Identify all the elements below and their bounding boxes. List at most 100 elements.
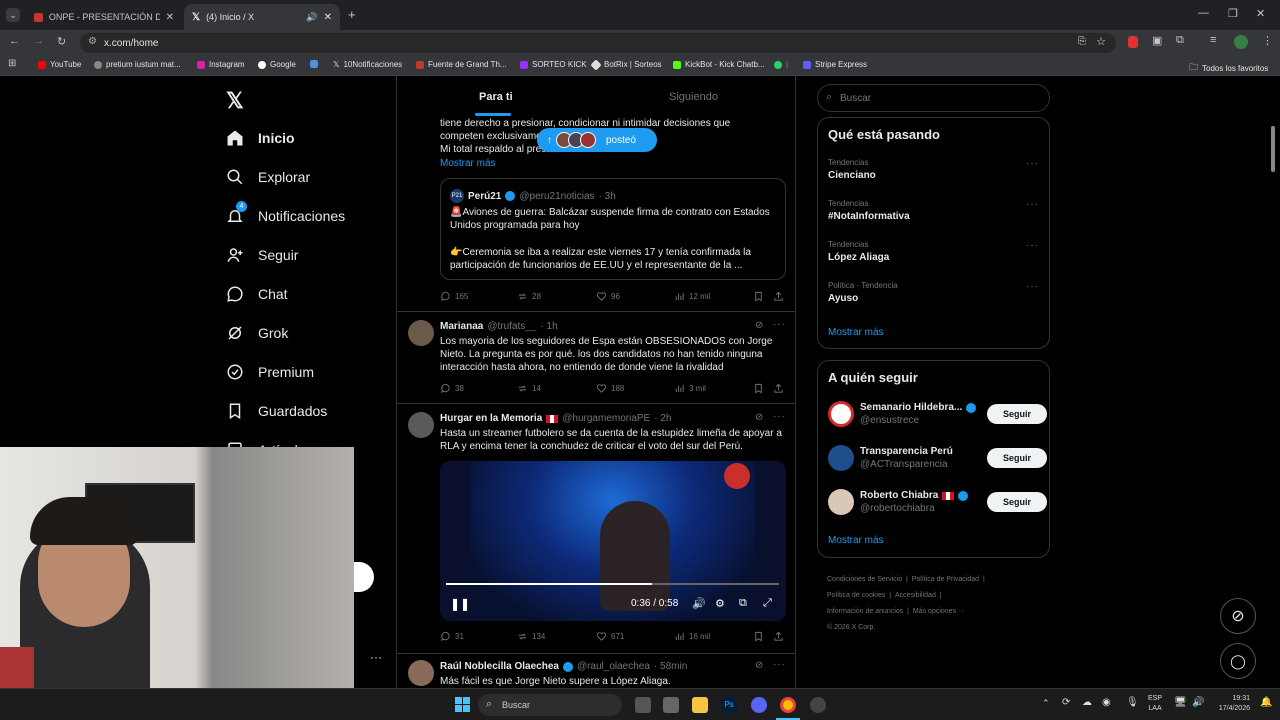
repost-button[interactable]: 28 bbox=[517, 291, 541, 302]
new-posts-pill[interactable]: ↑ posteó bbox=[537, 128, 657, 152]
nav-bookmarks[interactable]: Guardados bbox=[226, 402, 327, 420]
timestamp[interactable]: · 2h bbox=[654, 413, 671, 424]
network-icon[interactable]: 🖥 bbox=[1174, 697, 1187, 708]
video-player[interactable]: ❚❚ 0:36 / 0:58 🔊 ⚙ ⧉ ⤢ bbox=[440, 461, 786, 621]
back-icon[interactable]: ← bbox=[9, 35, 20, 47]
bookmark-kickbot[interactable]: KickBot - Kick Chatb... bbox=[673, 60, 765, 69]
avatar[interactable] bbox=[408, 660, 434, 686]
settings-gear-icon[interactable]: ⚙ bbox=[715, 597, 725, 610]
nav-grok[interactable]: Grok bbox=[226, 324, 288, 342]
footer-link[interactable]: Política de cookies bbox=[827, 592, 885, 599]
tab-following[interactable]: Siguiendo bbox=[669, 91, 718, 103]
browser-tab-onpe[interactable]: ONPE - PRESENTACIÓN DE RES ✕ bbox=[26, 4, 182, 30]
footer-link[interactable]: Condiciones de Servicio bbox=[827, 576, 902, 583]
nav-chat[interactable]: Chat bbox=[226, 285, 288, 303]
site-info-icon[interactable]: ⚙ bbox=[88, 36, 97, 47]
timestamp[interactable]: · 58min bbox=[654, 661, 687, 672]
quote-tweet[interactable]: P21 Perú21 @peru21noticias · 3h 🚨Aviones… bbox=[440, 178, 786, 280]
follow-suggestion[interactable]: Transparencia Perú @ACTransparencia bbox=[860, 446, 953, 470]
bookmark-whatsapp[interactable]: | bbox=[774, 60, 788, 69]
views-button[interactable]: 12 mil bbox=[674, 291, 710, 302]
chrome-icon[interactable] bbox=[780, 697, 796, 713]
avatar[interactable] bbox=[828, 489, 854, 515]
tab-for-you[interactable]: Para ti bbox=[479, 91, 513, 103]
bookmark-pinwheel[interactable] bbox=[310, 60, 318, 68]
app-icon[interactable] bbox=[810, 697, 826, 713]
volume-icon[interactable]: 🔊 bbox=[1192, 697, 1204, 708]
reply-button[interactable]: 38 bbox=[440, 383, 464, 394]
speaker-icon[interactable]: 🔊 bbox=[306, 12, 317, 23]
avatar[interactable] bbox=[408, 412, 434, 438]
author-name[interactable]: Raúl Noblecilla Olaechea bbox=[440, 661, 559, 672]
taskbar-search[interactable]: ⌕ Buscar bbox=[478, 694, 622, 716]
author-handle[interactable]: @trufats__ bbox=[487, 321, 536, 332]
tray-icon[interactable]: ⟳ bbox=[1062, 697, 1070, 708]
fullscreen-icon[interactable]: ⤢ bbox=[763, 597, 772, 610]
scrollbar-thumb[interactable] bbox=[1271, 126, 1275, 172]
discord-icon[interactable] bbox=[751, 697, 767, 713]
bookmark-sorteo-kick[interactable]: SORTEO KICK bbox=[520, 60, 587, 69]
more-icon[interactable]: ··· bbox=[1026, 158, 1039, 169]
chat-fab-icon[interactable]: ◯ bbox=[1220, 643, 1256, 679]
pause-icon[interactable]: ❚❚ bbox=[450, 597, 470, 611]
bookmark-10notificaciones[interactable]: 𝕏 10Notificaciones bbox=[333, 60, 402, 69]
more-icon[interactable]: ··· bbox=[1026, 281, 1039, 292]
follow-show-more-link[interactable]: Mostrar más bbox=[828, 535, 884, 546]
more-icon[interactable]: ··· bbox=[773, 319, 786, 330]
extension-icon[interactable]: ▣ bbox=[1152, 34, 1162, 47]
task-view-icon[interactable] bbox=[635, 697, 651, 713]
trend-item[interactable]: Tendencias López Aliaga bbox=[828, 240, 889, 263]
more-icon[interactable]: ··· bbox=[1026, 199, 1039, 210]
bookmark-botrix[interactable]: BotRix | Sorteos bbox=[590, 58, 662, 71]
trend-item[interactable]: Tendencias #NotaInformativa bbox=[828, 199, 910, 222]
views-button[interactable]: 3 mil bbox=[674, 383, 706, 394]
windows-start-icon[interactable] bbox=[455, 697, 470, 712]
grok-icon[interactable]: ⊘ bbox=[755, 320, 763, 331]
more-icon[interactable]: ··· bbox=[1026, 240, 1039, 251]
reply-button[interactable]: 165 bbox=[440, 291, 468, 302]
extension-icon[interactable] bbox=[1128, 36, 1138, 48]
chevron-up-icon[interactable]: ⌃ bbox=[1042, 698, 1050, 709]
bookmark-button[interactable] bbox=[753, 291, 764, 302]
cloud-icon[interactable]: ☁ bbox=[1082, 697, 1092, 708]
follow-suggestion[interactable]: Roberto Chiabra @robertochiabra bbox=[860, 490, 969, 514]
more-icon[interactable]: ··· bbox=[773, 411, 786, 422]
share-button[interactable] bbox=[773, 631, 784, 642]
tab-search-button[interactable]: ⌄ bbox=[6, 8, 20, 22]
photoshop-icon[interactable]: Ps bbox=[721, 697, 737, 713]
all-bookmarks-folder[interactable]: 🗀 Todos los favoritos bbox=[1189, 60, 1268, 76]
trends-show-more-link[interactable]: Mostrar más bbox=[828, 327, 884, 338]
browser-tab-x[interactable]: 𝕏 (4) Inicio / X 🔊 ✕ bbox=[184, 4, 340, 30]
repost-button[interactable]: 14 bbox=[517, 383, 541, 394]
volume-icon[interactable]: 🔊 bbox=[692, 597, 706, 610]
bookmark-youtube[interactable]: YouTube bbox=[38, 60, 81, 69]
author-name[interactable]: Hurgar en la Memoria bbox=[440, 413, 542, 424]
x-logo-icon[interactable]: 𝕏 bbox=[226, 88, 244, 114]
tweet[interactable]: Marianaa @trufats__ · 1h ⊘ ··· Los mayor… bbox=[397, 311, 795, 403]
bookmark-stripe[interactable]: Stripe Express bbox=[803, 60, 867, 69]
like-button[interactable]: 671 bbox=[596, 631, 624, 642]
close-icon[interactable]: ✕ bbox=[324, 12, 332, 23]
reply-button[interactable]: 31 bbox=[440, 631, 464, 642]
follow-button[interactable]: Seguir bbox=[987, 404, 1047, 424]
trend-item[interactable]: Tendencias Cienciano bbox=[828, 158, 876, 181]
nav-notifications[interactable]: 4 Notificaciones bbox=[226, 201, 345, 225]
tweet[interactable]: Raúl Noblecilla Olaechea @raul_olaechea … bbox=[397, 653, 795, 688]
profile-avatar[interactable] bbox=[1234, 35, 1248, 49]
grok-fab-icon[interactable]: ⊘ bbox=[1220, 598, 1256, 634]
account-more-icon[interactable]: ··· bbox=[370, 650, 382, 664]
nav-explore[interactable]: Explorar bbox=[226, 168, 310, 186]
timestamp[interactable]: · 1h bbox=[540, 321, 557, 332]
follow-button[interactable]: Seguir bbox=[987, 492, 1047, 512]
bookmark-button[interactable] bbox=[753, 631, 764, 642]
nav-premium[interactable]: Premium bbox=[226, 363, 314, 381]
reload-icon[interactable]: ↻ bbox=[57, 35, 66, 48]
nav-home[interactable]: Inicio bbox=[226, 129, 295, 147]
tweet[interactable]: Hurgar en la Memoria @hurgamemoriaPE · 2… bbox=[397, 403, 795, 653]
bookmark-google[interactable]: Google bbox=[258, 60, 296, 69]
grok-icon[interactable]: ⊘ bbox=[755, 412, 763, 423]
nav-follow[interactable]: Seguir bbox=[226, 246, 298, 264]
menu-icon[interactable]: ⋮ bbox=[1262, 34, 1273, 47]
new-tab-icon[interactable]: + bbox=[348, 7, 356, 22]
bookmark-instagram[interactable]: Instagram bbox=[197, 60, 245, 69]
